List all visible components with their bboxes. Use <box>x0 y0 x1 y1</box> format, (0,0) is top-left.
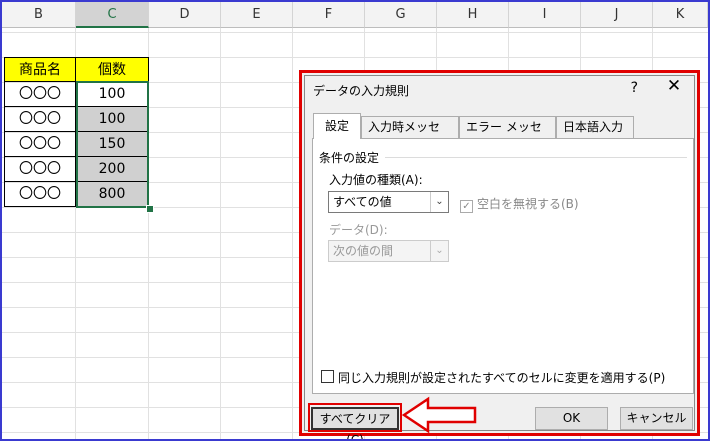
chevron-down-icon: ⌄ <box>430 192 448 212</box>
data-validation-dialog: データの入力規則 ? ✕ 設定 入力時メッセージ エラー メッセージ 日本語入力… <box>299 70 700 439</box>
criteria-group-title: 条件の設定 <box>319 151 380 165</box>
column-header-f[interactable]: F <box>293 2 365 28</box>
apply-all-checkbox[interactable]: 同じ入力規則が設定されたすべてのセルに変更を適用する(P) <box>321 369 665 386</box>
ignore-blank-checkbox[interactable]: ✓ 空白を無視する(B) <box>460 195 579 213</box>
tab-settings[interactable]: 設定 <box>313 113 361 139</box>
column-header-h[interactable]: H <box>437 2 509 28</box>
chevron-down-icon: ⌄ <box>430 241 448 261</box>
selection-outline <box>76 81 149 208</box>
help-icon[interactable]: ? <box>631 80 638 96</box>
column-header-j[interactable]: J <box>581 2 653 28</box>
column-header-e[interactable]: E <box>221 2 293 28</box>
column-header-g[interactable]: G <box>365 2 437 28</box>
apply-all-label: 同じ入力規則が設定されたすべてのセルに変更を適用する(P) <box>338 371 666 385</box>
data-label: データ(D): <box>329 223 388 237</box>
data-select-value: 次の値の間 <box>333 244 394 258</box>
group-divider <box>385 157 687 158</box>
column-header-c[interactable]: C <box>76 2 149 28</box>
product-cell[interactable]: 〇〇〇 <box>4 132 76 157</box>
product-cell[interactable]: 〇〇〇 <box>4 157 76 182</box>
allow-label: 入力値の種類(A): <box>329 173 423 187</box>
tab-error-message[interactable]: エラー メッセージ <box>459 116 556 154</box>
close-icon[interactable]: ✕ <box>664 76 684 96</box>
product-cell[interactable]: 〇〇〇 <box>4 182 76 207</box>
checkbox-checked-icon: ✓ <box>460 200 473 213</box>
allow-select-value: すべての値 <box>333 195 392 209</box>
cancel-button[interactable]: キャンセル <box>620 407 693 430</box>
tab-ime[interactable]: 日本語入力 <box>556 116 634 138</box>
table-header-product[interactable]: 商品名 <box>4 57 76 82</box>
gridline <box>220 28 221 439</box>
ignore-blank-label: 空白を無視する(B) <box>477 197 579 211</box>
checkbox-icon <box>321 370 334 383</box>
product-cell[interactable]: 〇〇〇 <box>4 82 76 107</box>
column-header-k[interactable]: K <box>653 2 708 28</box>
tab-input-message[interactable]: 入力時メッセージ <box>361 116 459 154</box>
allow-select[interactable]: すべての値 ⌄ <box>328 191 449 213</box>
gridline <box>2 32 708 33</box>
data-select[interactable]: 次の値の間 ⌄ <box>328 240 449 262</box>
column-header-b[interactable]: B <box>2 2 76 28</box>
gridline <box>292 28 293 439</box>
clear-all-button[interactable]: すべてクリア(C) <box>311 407 399 439</box>
dialog-body: データの入力規則 ? ✕ 設定 入力時メッセージ エラー メッセージ 日本語入力… <box>304 75 695 439</box>
product-cell[interactable]: 〇〇〇 <box>4 107 76 132</box>
table-header-count[interactable]: 個数 <box>76 57 149 82</box>
arrow-left-icon <box>402 396 477 434</box>
settings-panel: 条件の設定 入力値の種類(A): すべての値 ⌄ ✓ 空白を無視する(B) データ… <box>312 138 694 394</box>
ok-button[interactable]: OK <box>535 407 608 430</box>
fill-handle[interactable] <box>146 205 154 213</box>
column-header-d[interactable]: D <box>149 2 221 28</box>
spreadsheet-window: B C D E F G H I J K 商品名 個数 〇〇〇 100 〇〇〇 1… <box>0 0 710 441</box>
column-header-i[interactable]: I <box>509 2 581 28</box>
dialog-title: データの入力規則 <box>313 84 410 98</box>
